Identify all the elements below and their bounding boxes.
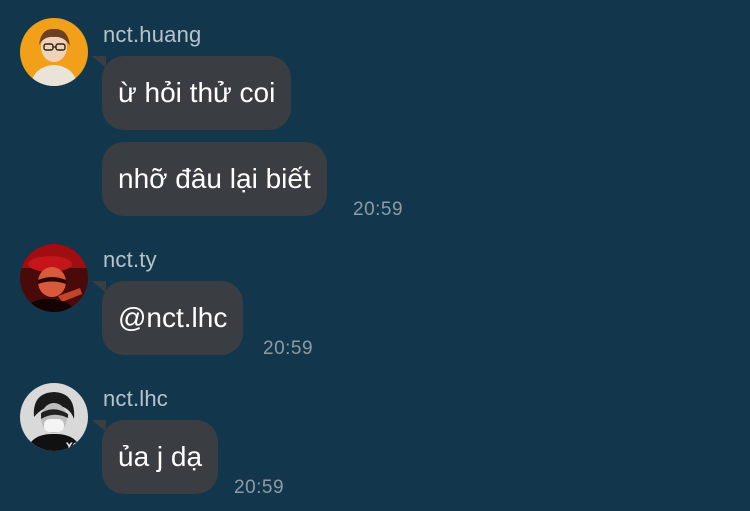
avatar-image: [20, 18, 88, 86]
avatar-image: YG: [20, 383, 88, 451]
username[interactable]: nct.ty: [103, 247, 157, 273]
chat-thread: nct.huang ừ hỏi thử coi nhỡ đâu lại biết…: [0, 0, 750, 511]
message-bubble[interactable]: nhỡ đâu lại biết: [102, 142, 327, 216]
message-bubble[interactable]: @nct.lhc: [102, 281, 244, 355]
timestamp: 20:59: [234, 477, 285, 498]
avatar[interactable]: [20, 244, 88, 312]
username[interactable]: nct.lhc: [103, 386, 168, 412]
avatar-image: [20, 244, 88, 312]
timestamp: 20:59: [263, 338, 314, 359]
svg-text:YG: YG: [65, 442, 80, 451]
timestamp: 20:59: [353, 199, 404, 220]
message-bubble[interactable]: ủa j dạ: [102, 420, 219, 494]
avatar[interactable]: [20, 18, 88, 86]
avatar[interactable]: YG: [20, 383, 88, 451]
message-bubble[interactable]: ừ hỏi thử coi: [102, 56, 292, 130]
username[interactable]: nct.huang: [103, 22, 201, 48]
